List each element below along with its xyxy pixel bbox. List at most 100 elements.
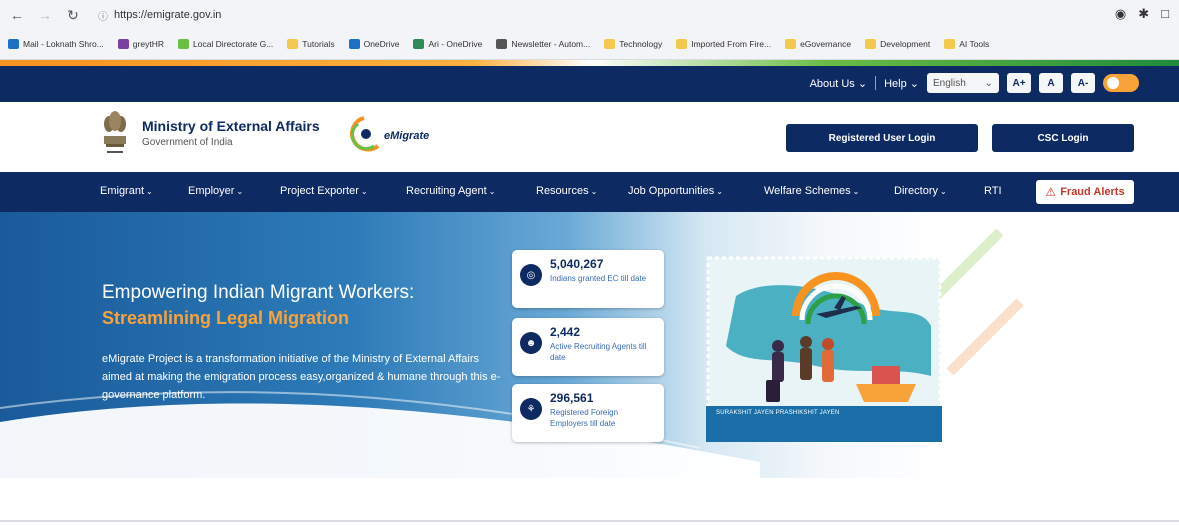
chevron-down-icon: ⌄ [146,187,153,196]
reload-icon[interactable]: ↻ [62,4,84,26]
chevron-down-icon: ⌄ [940,187,947,196]
nav-item-resources[interactable]: Resources ⌄ [536,185,597,197]
national-emblem-icon [104,111,126,153]
forward-arrow-icon[interactable]: → [34,4,56,26]
folder-icon [785,39,797,49]
bookmark-label: Ari - OneDrive [428,39,483,49]
url-text: https://emigrate.gov.in [114,9,222,21]
emigrate-logo-text: eMigrate [384,130,430,142]
bookmark-item[interactable]: Local Directorate G... [177,39,274,49]
stat-label: Active Recruiting Agents till date [550,342,647,362]
onedrive-icon [413,39,425,49]
site-header: Ministry of External Affairs Government … [0,102,1179,172]
nav-item-label: RTI [984,185,1002,197]
nav-item-rti[interactable]: RTI [984,185,1002,197]
folder-icon [287,39,299,49]
back-arrow-icon[interactable]: ← [6,4,28,26]
chevron-down-icon: ⌄ [857,77,868,90]
bookmark-item[interactable]: Development [865,39,930,49]
font-normal-button[interactable]: A [1039,73,1063,93]
help-label: Help [884,77,907,90]
nav-item-project-exporter[interactable]: Project Exporter ⌄ [280,185,368,197]
bookmark-label: Imported From Fire... [691,39,772,49]
chevron-down-icon: ⌄ [852,187,860,196]
hero-subheading: Streamlining Legal Migration [102,308,350,328]
font-increase-button[interactable]: A+ [1007,73,1031,93]
nav-item-label: Job Opportunities [628,185,715,197]
bookmark-label: Mail - Loknath Shro... [23,39,104,49]
chevron-down-icon: ⌄ [360,187,368,196]
chevron-down-icon: ⌄ [488,187,496,196]
theme-toggle[interactable] [1103,74,1139,92]
agents-icon: ☻ [520,332,542,354]
bookmark-item[interactable]: Ari - OneDrive [413,39,482,49]
bookmark-label: eGovernance [800,39,852,49]
fraud-alerts-button[interactable]: ⚠ Fraud Alerts [1036,180,1134,204]
browser-chrome: ← → ↻ ⓘ https://emigrate.gov.in ◉ ✱ □ Ma… [0,0,1179,60]
bookmark-label: AI Tools [959,39,990,49]
bookmark-item[interactable]: greytHR [117,39,164,49]
folder-icon [604,39,616,49]
greythr-icon [117,39,129,49]
language-select[interactable]: English ⌄ [927,73,999,93]
help-link[interactable]: Help ⌄ [884,77,919,90]
stamp-caption: SURAKSHIT JAYEN PRASHIKSHIT JAYEN [716,410,840,416]
chevron-down-icon: ⌄ [236,187,244,196]
address-row: ← → ↻ ⓘ https://emigrate.gov.in ◉ ✱ □ [0,0,1179,30]
nav-item-label: Project Exporter [280,185,359,197]
about-us-label: About Us [809,77,855,90]
stat-value: 296,561 [550,391,594,405]
stat-card-foreign-employers: ⚘ 296,561 Registered Foreign Employers t… [512,384,664,442]
stat-value: 2,442 [550,325,581,339]
bookmark-item[interactable]: Technology [604,39,662,49]
bookmark-label: Development [880,39,931,49]
bookmark-item[interactable]: OneDrive [348,39,400,49]
bookmark-item[interactable]: AI Tools [944,39,989,49]
globe-icon: ◎ [520,264,542,286]
extensions-icon[interactable]: ✱ [1138,6,1149,22]
chevron-down-icon: ⌄ [716,187,723,196]
about-us-link[interactable]: About Us ⌄ [810,77,868,90]
bookmark-label: Local Directorate G... [192,39,274,49]
bookmark-label: Newsletter - Autom... [511,39,591,49]
nav-item-label: Employer [188,185,235,197]
fraud-alerts-label: Fraud Alerts [1060,186,1125,198]
nav-item-label: Emigrant [100,185,145,197]
directorate-icon [177,39,189,49]
stat-card-recruiting-agents: ☻ 2,442 Active Recruiting Agents till da… [512,318,664,376]
hero-description: eMigrate Project is a transformation ini… [102,353,501,401]
sidepanel-icon[interactable]: □ [1161,6,1169,22]
page-bottom-divider [0,520,1179,522]
bookmark-item[interactable]: Tutorials [287,39,335,49]
csc-login-button[interactable]: CSC Login [992,124,1134,152]
utility-bar: About Us ⌄ Help ⌄ English ⌄ A+ A A- [0,66,1179,102]
nav-item-recruiting-agent[interactable]: Recruiting Agent ⌄ [406,185,495,197]
nav-item-job-opportunities[interactable]: Job Opportunities ⌄ [628,185,723,197]
nav-item-employer[interactable]: Employer ⌄ [188,185,243,197]
hero-banner: Empowering Indian Migrant Workers: Strea… [0,212,1179,478]
nav-item-directory[interactable]: Directory ⌄ [894,185,947,197]
ministry-title: Ministry of External Affairs [142,118,320,134]
folder-icon [676,39,688,49]
bookmark-item[interactable]: Imported From Fire... [676,39,771,49]
outlook-icon [8,39,19,49]
chevron-down-icon: ⌄ [909,77,919,90]
bookmark-label: OneDrive [363,39,400,49]
employer-icon: ⚘ [520,398,542,420]
stat-card-emigration-clearances: ◎ 5,040,267 Indians granted EC till date [512,250,664,308]
bookmark-item[interactable]: Mail - Loknath Shro... [8,39,104,49]
profile-icon[interactable]: ◉ [1115,6,1126,22]
bookmark-item[interactable]: Newsletter - Autom... [496,39,590,49]
nav-item-label: Resources [536,185,589,197]
registered-user-login-button[interactable]: Registered User Login [786,124,978,152]
font-decrease-button[interactable]: A- [1071,73,1095,93]
nav-item-emigrant[interactable]: Emigrant ⌄ [100,185,153,197]
address-bar[interactable]: ⓘ https://emigrate.gov.in [98,8,221,23]
bookmark-label: Tutorials [302,39,335,49]
site-info-icon[interactable]: ⓘ [98,8,108,23]
nav-item-welfare-schemes[interactable]: Welfare Schemes ⌄ [764,185,859,197]
divider [875,76,877,90]
warning-icon: ⚠ [1045,185,1057,199]
bookmarks-bar: Mail - Loknath Shro... greytHR Local Direc… [0,32,1179,56]
bookmark-item[interactable]: eGovernance [785,39,851,49]
